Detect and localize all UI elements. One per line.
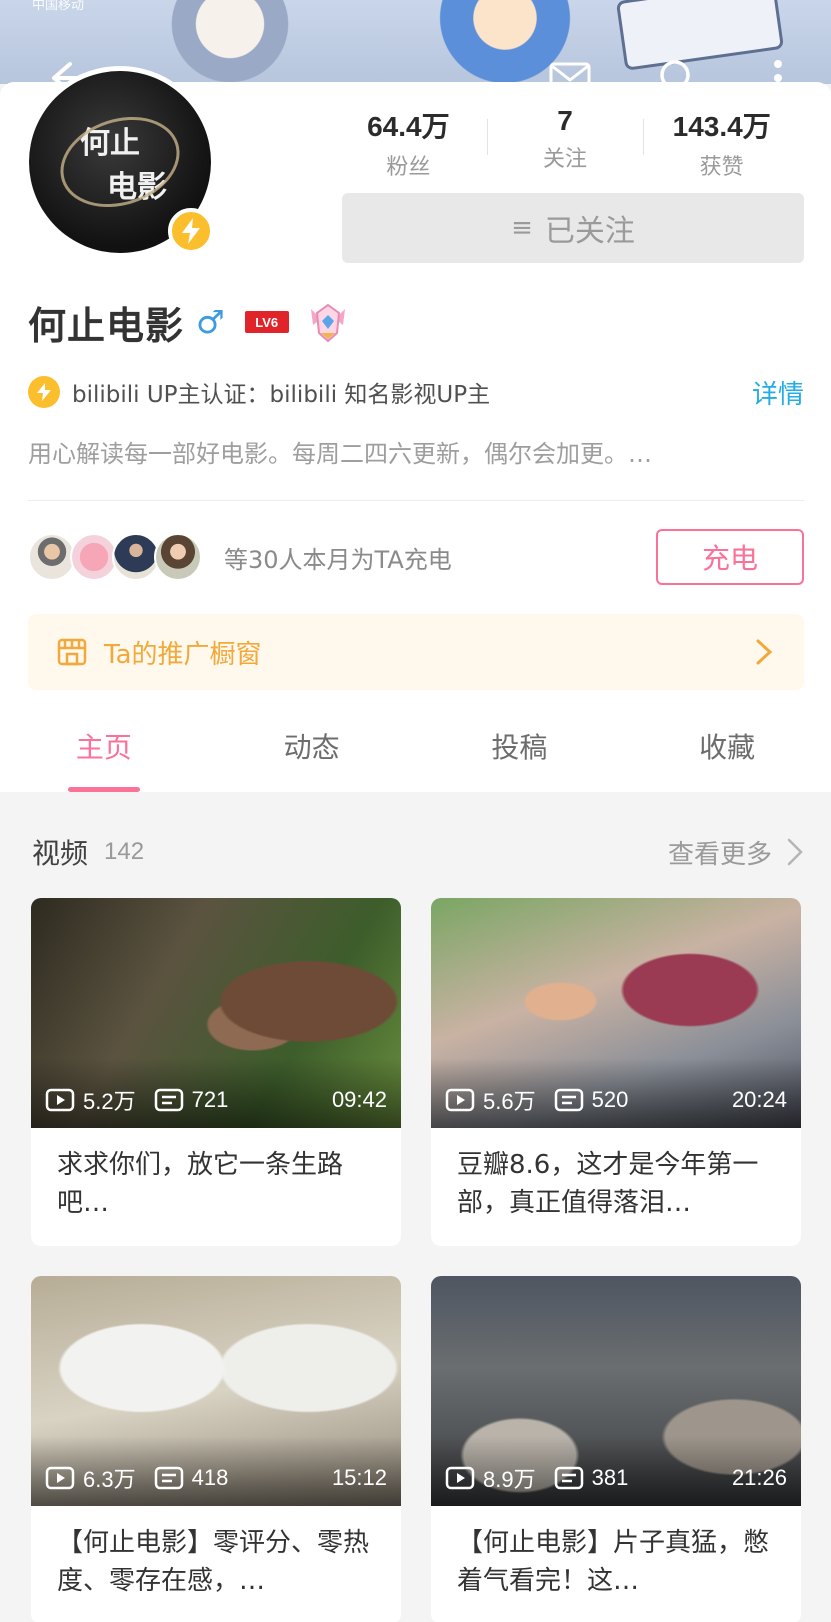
more-vertical-icon[interactable] bbox=[754, 54, 802, 102]
play-count-icon bbox=[445, 1466, 475, 1490]
video-grid: 5.2万 721 09:42 求求你们，放它一条生路吧… 5.6万 520 20… bbox=[31, 898, 801, 1622]
danmaku-count: 381 bbox=[591, 1465, 629, 1490]
supporter-avatar[interactable] bbox=[112, 533, 160, 581]
chevron-right-icon bbox=[756, 639, 773, 665]
stat-label: 获赞 bbox=[699, 155, 744, 180]
details-link[interactable]: 详情 bbox=[752, 374, 804, 411]
stat-label: 关注 bbox=[543, 147, 588, 172]
video-title: 求求你们，放它一条生路吧… bbox=[57, 1150, 344, 1218]
view-count: 5.2万 bbox=[83, 1089, 136, 1114]
shop-window-label: Ta的推广橱窗 bbox=[104, 639, 262, 670]
verified-bolt-icon bbox=[168, 208, 214, 254]
video-duration: 15:12 bbox=[331, 1465, 387, 1490]
view-count: 8.9万 bbox=[483, 1467, 536, 1492]
danmaku-count: 418 bbox=[191, 1465, 229, 1490]
stat-label: 粉丝 bbox=[386, 155, 431, 180]
medal-icon[interactable] bbox=[305, 299, 351, 345]
chevron-right-icon bbox=[787, 838, 803, 866]
play-count-icon bbox=[45, 1088, 75, 1112]
banner-art-character-1 bbox=[160, 0, 300, 84]
video-thumbnail: 6.3万 418 15:12 bbox=[31, 1276, 401, 1506]
video-title: 豆瓣8.6，这才是今年第一部，真正值得落泪… bbox=[457, 1150, 759, 1218]
storefront-icon bbox=[57, 638, 87, 666]
danmaku-count: 520 bbox=[591, 1087, 629, 1112]
play-count-icon bbox=[45, 1466, 75, 1490]
stat-value: 64.4万 bbox=[367, 111, 450, 142]
level-badge: LV6 bbox=[244, 311, 289, 333]
followed-button-label: 已关注 bbox=[544, 214, 635, 249]
video-duration: 20:24 bbox=[731, 1087, 787, 1112]
play-count-icon bbox=[445, 1088, 475, 1112]
video-title: 【何止电影】零评分、零热度、零存在感，… bbox=[57, 1528, 370, 1596]
stat-following[interactable]: 7 关注 bbox=[486, 105, 644, 175]
video-thumbnail: 5.6万 520 20:24 bbox=[431, 898, 801, 1128]
profile-tabs: 主页 动态 投稿 收藏 bbox=[0, 700, 831, 792]
mail-icon[interactable] bbox=[546, 54, 594, 102]
certification-text: bilibili UP主认证：bilibili 知名影视UP主 bbox=[72, 382, 491, 408]
charge-summary[interactable]: 等30人本月为TA充电 bbox=[224, 540, 656, 575]
video-card[interactable]: 5.6万 520 20:24 豆瓣8.6，这才是今年第一部，真正值得落泪… bbox=[431, 898, 801, 1246]
view-more-label: 查看更多 bbox=[667, 839, 772, 870]
tab-uploads[interactable]: 投稿 bbox=[416, 700, 624, 792]
certification-row: bilibili UP主认证：bilibili 知名影视UP主 详情 bbox=[28, 372, 804, 412]
user-name: 何止电影 bbox=[28, 303, 185, 348]
video-card[interactable]: 5.2万 721 09:42 求求你们，放它一条生路吧… bbox=[31, 898, 401, 1246]
certification-bolt-icon bbox=[28, 376, 60, 408]
tab-home[interactable]: 主页 bbox=[0, 700, 208, 792]
danmaku-icon bbox=[154, 1466, 183, 1490]
video-duration: 21:26 bbox=[731, 1465, 787, 1490]
gender-male-icon: ♂ bbox=[196, 303, 225, 341]
stat-likes[interactable]: 143.4万 获赞 bbox=[643, 105, 800, 180]
view-count: 5.6万 bbox=[483, 1089, 536, 1114]
search-icon[interactable] bbox=[654, 54, 702, 102]
section-count: 142 bbox=[104, 838, 145, 865]
danmaku-icon bbox=[154, 1088, 183, 1112]
supporter-avatar[interactable] bbox=[70, 533, 118, 581]
video-thumbnail: 8.9万 381 21:26 bbox=[431, 1276, 801, 1506]
danmaku-count: 721 bbox=[191, 1087, 229, 1112]
videos-section-header: 视频 142 查看更多 bbox=[32, 830, 804, 874]
charge-button[interactable]: 充电 bbox=[656, 529, 804, 585]
video-duration: 09:42 bbox=[331, 1087, 387, 1112]
stat-value: 7 bbox=[557, 105, 573, 136]
carrier-label: 中国移动 bbox=[32, 0, 85, 13]
section-title: 视频 bbox=[32, 837, 89, 870]
shop-window-banner[interactable]: Ta的推广橱窗 bbox=[28, 614, 804, 690]
supporter-avatar[interactable] bbox=[28, 533, 76, 581]
video-thumbnail: 5.2万 721 09:42 bbox=[31, 898, 401, 1128]
signature[interactable]: 用心解读每一部好电影。每周二四六更新，偶尔会加更。… bbox=[28, 434, 804, 469]
tab-favorites[interactable]: 收藏 bbox=[623, 700, 831, 792]
video-title: 【何止电影】片子真猛，憋着气看完！这… bbox=[457, 1528, 770, 1596]
view-count: 6.3万 bbox=[83, 1467, 136, 1492]
video-card[interactable]: 6.3万 418 15:12 【何止电影】零评分、零热度、零存在感，… bbox=[31, 1276, 401, 1622]
charge-row: 等30人本月为TA充电 充电 bbox=[28, 528, 804, 586]
stat-value: 143.4万 bbox=[672, 111, 771, 142]
tab-dynamics[interactable]: 动态 bbox=[208, 700, 416, 792]
video-card[interactable]: 8.9万 381 21:26 【何止电影】片子真猛，憋着气看完！这… bbox=[431, 1276, 801, 1622]
menu-lines-icon: ≡ bbox=[511, 213, 533, 243]
stat-fans[interactable]: 64.4万 粉丝 bbox=[330, 105, 487, 180]
supporter-avatar[interactable] bbox=[154, 533, 202, 581]
profile-page: 中国移动 何止 电影 64.4万 粉丝 7 关注 143.4万 获赞 ≡ 已关注… bbox=[0, 0, 831, 1622]
danmaku-icon bbox=[554, 1466, 583, 1490]
view-more-link[interactable]: 查看更多 bbox=[668, 834, 804, 871]
profile-stats: 64.4万 粉丝 7 关注 143.4万 获赞 bbox=[330, 105, 800, 180]
name-row: 何止电影 ♂ LV6 bbox=[28, 296, 351, 348]
followed-button[interactable]: ≡ 已关注 bbox=[342, 193, 804, 263]
danmaku-icon bbox=[554, 1088, 583, 1112]
divider bbox=[28, 500, 804, 501]
